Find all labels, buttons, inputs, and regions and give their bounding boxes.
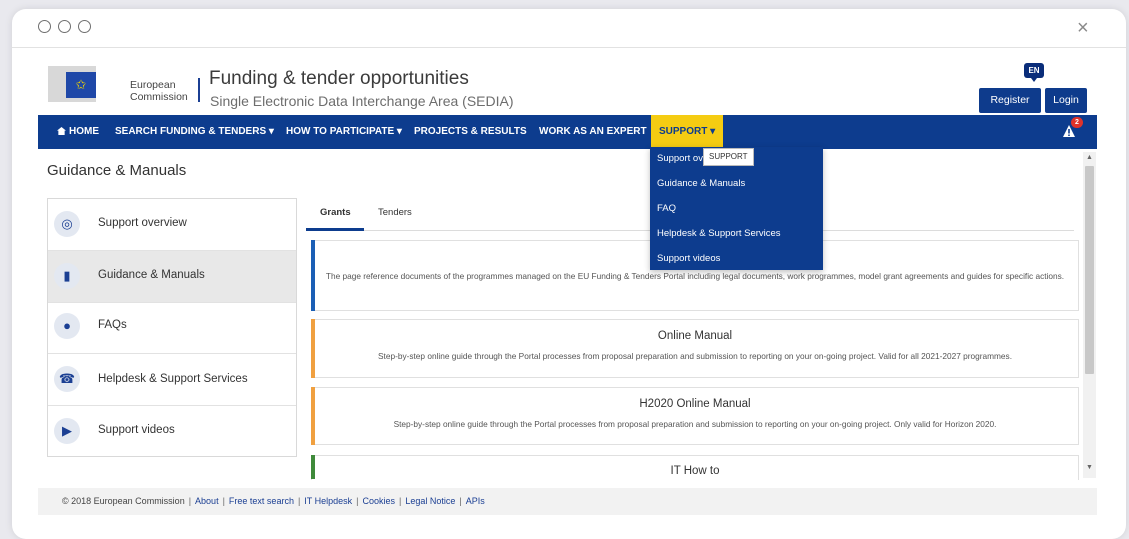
nav-support[interactable]: SUPPORT ▾ xyxy=(651,115,724,149)
card-accent xyxy=(311,319,315,378)
nav-projects-results[interactable]: PROJECTS & RESULTS xyxy=(414,115,527,149)
notification-badge: 2 xyxy=(1071,117,1083,128)
scroll-up-icon[interactable]: ▲ xyxy=(1083,154,1096,161)
ec-logo-text: European Commission xyxy=(130,79,188,103)
nav-home[interactable]: HOME xyxy=(57,115,99,149)
card-it-how-to[interactable]: IT How to xyxy=(311,455,1079,480)
phone-icon: ☎ xyxy=(54,366,80,392)
close-icon[interactable]: × xyxy=(1077,18,1089,38)
card-accent xyxy=(311,387,315,445)
sidebar-item-label: Helpdesk & Support Services xyxy=(98,373,248,385)
login-button[interactable]: Login xyxy=(1045,88,1087,113)
sidebar-item-faqs[interactable]: ● FAQs xyxy=(48,303,296,354)
window-dot-icon[interactable] xyxy=(78,20,91,33)
card-h2020-online-manual[interactable]: H2020 Online Manual Step-by-step online … xyxy=(311,387,1079,445)
sidebar-item-support-videos[interactable]: ▶ Support videos xyxy=(48,406,296,457)
card-title: H2020 Online Manual xyxy=(639,398,751,410)
sidebar-item-label: Support overview xyxy=(98,217,187,229)
scrollbar-thumb[interactable] xyxy=(1085,166,1094,374)
footer-link-about[interactable]: About xyxy=(195,496,219,506)
window-dot-icon[interactable] xyxy=(58,20,71,33)
sidebar-item-label: Support videos xyxy=(98,424,175,436)
footer-link-cookies[interactable]: Cookies xyxy=(363,496,396,506)
nav-home-label: HOME xyxy=(69,126,99,137)
sidebar-item-label: Guidance & Manuals xyxy=(98,269,205,281)
scroll-down-icon[interactable]: ▼ xyxy=(1083,464,1096,471)
play-icon: ▶ xyxy=(54,418,80,444)
card-description: Step-by-step online guide through the Po… xyxy=(393,419,997,429)
card-title: IT How to xyxy=(670,465,720,477)
dropdown-item-faq[interactable]: FAQ xyxy=(657,203,676,214)
card-title: Online Manual xyxy=(657,330,733,342)
card-description: The page reference documents of the prog… xyxy=(325,271,1065,281)
footer-link-free-text-search[interactable]: Free text search xyxy=(229,496,294,506)
card-online-manual[interactable]: Online Manual Step-by-step online guide … xyxy=(311,319,1079,378)
sidebar-item-support-overview[interactable]: ◎ Support overview xyxy=(48,199,296,250)
footer-links: © 2018 European Commission | About | Free te… xyxy=(62,496,485,506)
active-tab-indicator xyxy=(306,228,364,231)
nav-search-funding[interactable]: SEARCH FUNDING & TENDERS ▾ xyxy=(115,115,274,149)
footer-link-it-helpdesk[interactable]: IT Helpdesk xyxy=(304,496,352,506)
chat-bubble-icon: ● xyxy=(54,313,80,339)
window-divider xyxy=(12,47,1126,48)
sidebar-item-label: FAQs xyxy=(98,319,127,331)
logo-line2: Commission xyxy=(130,91,188,103)
logo-divider xyxy=(198,78,200,102)
nav-work-as-expert[interactable]: WORK AS AN EXPERT xyxy=(539,115,647,149)
site-title[interactable]: Funding & tender opportunities xyxy=(209,68,469,90)
sidebar-item-guidance-manuals[interactable]: ▮ Guidance & Manuals xyxy=(48,251,296,302)
site-subtitle: Single Electronic Data Interchange Area … xyxy=(210,93,514,109)
nav-how-to-participate[interactable]: HOW TO PARTICIPATE ▾ xyxy=(286,115,402,149)
window-controls xyxy=(38,20,91,33)
footer-link-legal-notice[interactable]: Legal Notice xyxy=(405,496,455,506)
sidebar-item-helpdesk[interactable]: ☎ Helpdesk & Support Services xyxy=(48,354,296,405)
home-icon xyxy=(57,127,66,135)
window-dot-icon[interactable] xyxy=(38,20,51,33)
footer-copyright: © 2018 European Commission xyxy=(62,496,185,506)
book-icon: ▮ xyxy=(54,263,80,289)
dropdown-item-support-overview[interactable]: Support ov xyxy=(657,153,703,164)
eu-stars-icon: ✩ xyxy=(75,77,87,92)
register-button[interactable]: Register xyxy=(979,88,1041,113)
lifebuoy-icon: ◎ xyxy=(54,211,80,237)
support-tooltip: SUPPORT xyxy=(703,148,754,166)
dropdown-item-helpdesk[interactable]: Helpdesk & Support Services xyxy=(657,228,781,239)
logo-line1: European xyxy=(130,79,176,91)
language-selector[interactable]: EN xyxy=(1024,63,1044,82)
card-description: Step-by-step online guide through the Po… xyxy=(378,351,1012,361)
tab-tenders[interactable]: Tenders xyxy=(378,207,412,218)
page-title: Guidance & Manuals xyxy=(47,162,187,179)
tab-grants[interactable]: Grants xyxy=(320,207,351,218)
footer-link-apis[interactable]: APIs xyxy=(466,496,485,506)
dropdown-item-support-videos[interactable]: Support videos xyxy=(657,253,720,264)
dropdown-item-guidance-manuals[interactable]: Guidance & Manuals xyxy=(657,178,745,189)
